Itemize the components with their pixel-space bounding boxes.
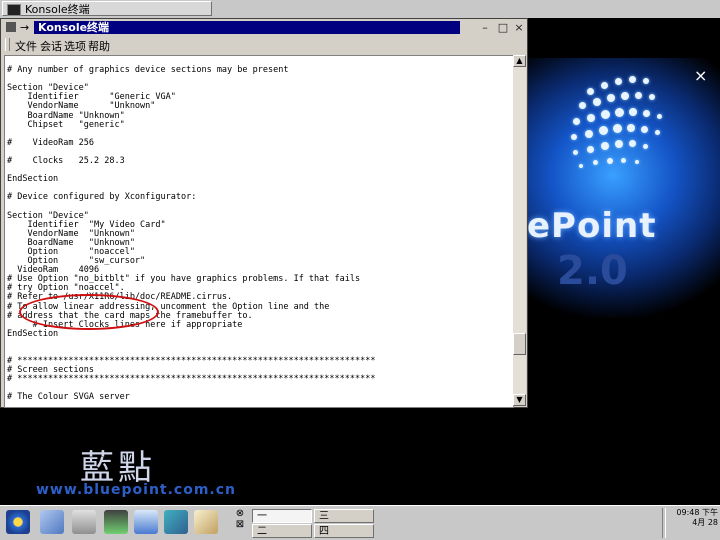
desktop-dot — [615, 140, 623, 148]
terminal-line: EndSection — [7, 174, 59, 185]
browser-icon[interactable] — [134, 510, 158, 534]
desktop-1-button[interactable]: 一 — [252, 509, 312, 523]
desktop-dot — [655, 130, 660, 135]
minimize-button[interactable]: – — [478, 21, 492, 34]
terminal-launcher-icon[interactable] — [104, 510, 128, 534]
scroll-up-button[interactable]: ▲ — [513, 55, 526, 67]
menu-session[interactable]: 会话 — [40, 38, 62, 54]
terminal-line: # Clocks 25.2 28.3 — [7, 156, 125, 167]
desktop-brand-word: ePoint — [527, 206, 657, 246]
menu-help[interactable]: 帮助 — [88, 38, 110, 54]
desktop-dot — [643, 144, 648, 149]
desktop-dot — [579, 164, 583, 168]
red-annotation-circle — [19, 294, 159, 330]
desktop-dot — [629, 140, 636, 147]
desktop-dot — [607, 94, 615, 102]
pager-close-icon[interactable]: ⊗ — [232, 508, 248, 519]
terminal-line: Chipset "generic" — [7, 119, 125, 130]
pager-config-icon[interactable]: ⊠ — [232, 519, 248, 530]
desktop-dot — [587, 114, 595, 122]
taskbar: ⊗ ⊠ 一 三 二 四 09:48 下午 4月 28 — [0, 505, 720, 540]
terminal-line: # **************************************… — [7, 374, 376, 385]
desktop-dot — [657, 114, 662, 119]
desktop-dot — [587, 88, 594, 95]
window-menu-icon[interactable] — [6, 22, 16, 32]
terminal-line: # Device configured by Xconfigurator: — [7, 192, 197, 203]
desktop-dot — [601, 82, 608, 89]
menu-options[interactable]: 选项 — [64, 38, 86, 54]
desktop-3-button[interactable]: 三 — [314, 509, 374, 523]
clock-date: 4月 28 — [692, 518, 718, 527]
menubar: 文件 会话 选项 帮助 — [2, 36, 526, 54]
menu-file[interactable]: 文件 — [15, 38, 37, 54]
pager-controls: ⊗ ⊠ — [232, 508, 248, 538]
desktop-dot — [629, 76, 636, 83]
desktop-dot — [627, 124, 635, 132]
desktop-dot — [643, 110, 650, 117]
desktop-4-button[interactable]: 四 — [314, 524, 374, 538]
desktop-brand-version: 2.0 — [557, 248, 628, 294]
desktop-dot — [601, 142, 609, 150]
desktop-close-icon[interactable]: × — [694, 66, 707, 85]
desktop-dot — [587, 146, 594, 153]
desktop-dot — [615, 108, 624, 117]
terminal-icon — [7, 4, 21, 16]
editor-icon[interactable] — [194, 510, 218, 534]
desktop-dot — [643, 78, 649, 84]
desktop-dot — [607, 158, 613, 164]
home-icon[interactable] — [72, 510, 96, 534]
terminal-text: # Any number of graphics device sections… — [5, 56, 513, 403]
desktop-dot — [599, 126, 608, 135]
scroll-thumb[interactable] — [513, 333, 526, 355]
terminal-area[interactable]: # Any number of graphics device sections… — [4, 55, 514, 408]
desktop-dot — [641, 126, 648, 133]
top-task-label: Konsole终端 — [25, 3, 90, 16]
desktop-dot — [649, 94, 655, 100]
desktop-dot — [621, 158, 626, 163]
start-menu-icon[interactable] — [6, 510, 30, 534]
top-task-konsole[interactable]: Konsole终端 — [2, 1, 212, 16]
terminal-line: # The Colour SVGA server — [7, 392, 130, 403]
konsole-window: → Konsole终端 – □ × 文件 会话 选项 帮助 # Any numb… — [0, 18, 528, 408]
desktop-dot — [573, 118, 580, 125]
desktop-dot — [579, 102, 586, 109]
desktop-dot — [635, 92, 642, 99]
clock[interactable]: 09:48 下午 4月 28 — [668, 508, 718, 536]
desktop-dot — [585, 130, 593, 138]
terminal-scrollbar[interactable]: ▲ ▼ — [513, 55, 526, 406]
desktop-dot — [573, 150, 578, 155]
window-title: Konsole终端 — [34, 21, 460, 34]
desktop-2-button[interactable]: 二 — [252, 524, 312, 538]
desktop-dot — [593, 98, 601, 106]
desktop-dot — [621, 92, 629, 100]
terminal-line: EndSection — [7, 328, 59, 339]
desktop-dot — [593, 160, 598, 165]
desktop-background: ePoint 2.0 × — [527, 18, 720, 505]
desktop-dot — [635, 160, 639, 164]
desktop-dot — [613, 124, 622, 133]
terminal-line: # VideoRam 256 — [7, 137, 94, 148]
sticky-arrow-icon[interactable]: → — [20, 20, 29, 35]
close-button[interactable]: × — [512, 21, 526, 34]
desktop-dot — [601, 110, 610, 119]
window-titlebar[interactable]: → Konsole终端 – □ × — [2, 20, 526, 35]
desktop-dot — [615, 78, 622, 85]
maximize-button[interactable]: □ — [496, 21, 510, 34]
desktop-dot — [629, 108, 637, 116]
top-taskbar: Konsole终端 — [0, 0, 720, 19]
clock-time: 09:48 下午 — [676, 508, 718, 517]
help-icon[interactable] — [164, 510, 188, 534]
terminal-line: # Any number of graphics device sections… — [7, 65, 289, 76]
bluepoint-logo-url: www.bluepoint.com.cn — [36, 482, 237, 498]
menubar-grip[interactable] — [5, 38, 10, 51]
files-icon[interactable] — [40, 510, 64, 534]
taskbar-divider — [662, 508, 666, 538]
scroll-down-button[interactable]: ▼ — [513, 394, 526, 406]
desktop-dot — [571, 134, 577, 140]
